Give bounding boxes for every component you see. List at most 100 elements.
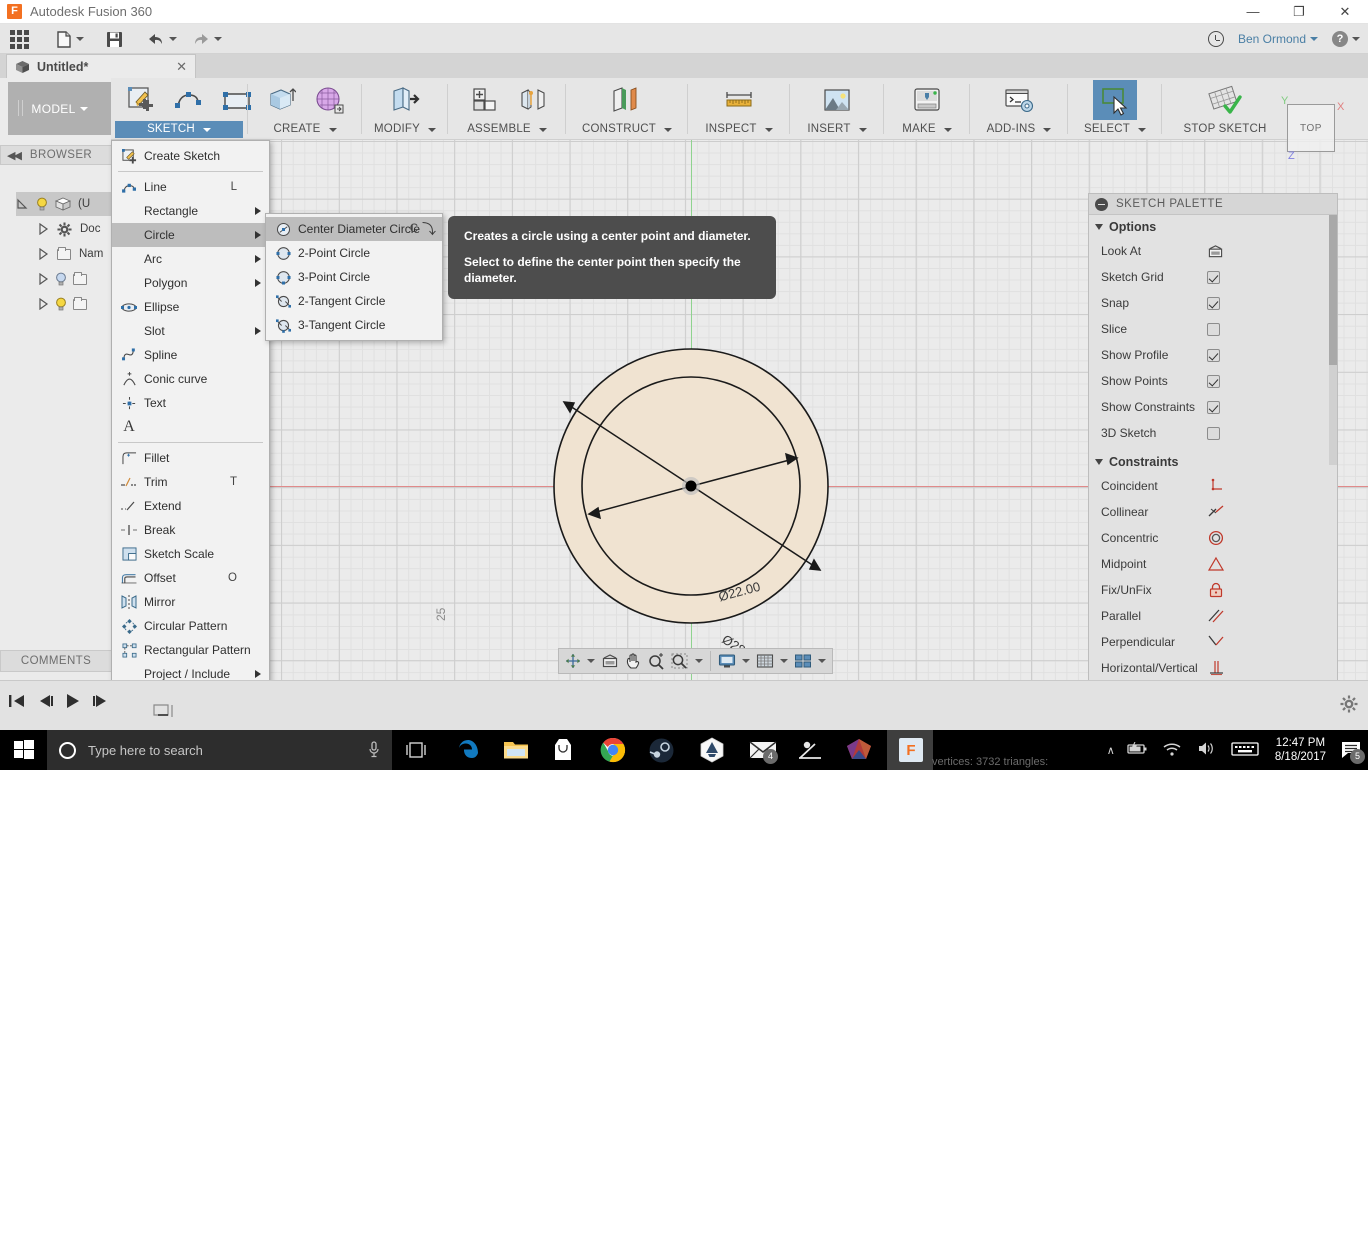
chevron-down-icon[interactable] — [79, 106, 88, 111]
submenu-item-2-tangent-circle[interactable]: 2-Tangent Circle — [266, 289, 442, 313]
create-sketch-icon[interactable] — [119, 80, 163, 120]
palette-row-look-at[interactable]: Look At — [1089, 238, 1337, 264]
action-center-icon[interactable]: 5 — [1334, 730, 1368, 770]
palette-row-coincident[interactable]: Coincident — [1089, 473, 1337, 499]
chevron-down-icon[interactable] — [818, 659, 826, 663]
palette-row-parallel[interactable]: Parallel — [1089, 603, 1337, 629]
offset-plane-icon[interactable] — [603, 80, 647, 120]
undo-button[interactable] — [147, 24, 177, 54]
play-icon[interactable] — [64, 693, 82, 712]
look-at-icon[interactable] — [1207, 244, 1224, 259]
meshmixer-icon[interactable] — [841, 730, 877, 770]
browser-row-sketches[interactable] — [38, 292, 112, 316]
ribbon-tab-modify[interactable]: MODIFY — [367, 121, 443, 138]
new-document-button[interactable] — [56, 24, 84, 54]
chevron-down-icon[interactable] — [695, 659, 703, 663]
help-icon[interactable]: ? — [1332, 31, 1348, 47]
battery-icon[interactable] — [1121, 741, 1155, 759]
menu-item-ellipse[interactable]: Ellipse — [112, 295, 269, 319]
look-at-icon[interactable] — [599, 650, 621, 672]
menu-item-extend[interactable]: Extend — [112, 494, 269, 518]
menu-item-spline[interactable]: Spline — [112, 343, 269, 367]
palette-row-slice[interactable]: Slice — [1089, 316, 1337, 342]
palette-section-options[interactable]: Options — [1089, 215, 1337, 238]
viewports-icon[interactable] — [792, 650, 828, 672]
menu-item-mirror[interactable]: Mirror — [112, 590, 269, 614]
midpoint-icon[interactable] — [1207, 556, 1225, 572]
orbit-icon[interactable] — [563, 650, 597, 672]
select-window-icon[interactable] — [1093, 80, 1137, 120]
ribbon-tab-assemble[interactable]: ASSEMBLE — [453, 121, 561, 138]
close-icon[interactable]: ✕ — [176, 59, 187, 75]
microsoft-store-icon[interactable] — [547, 730, 579, 770]
microphone-icon[interactable] — [360, 730, 388, 770]
show-points-checkbox[interactable] — [1207, 374, 1220, 388]
windows-start-icon[interactable] — [0, 730, 47, 770]
chevron-down-icon[interactable] — [742, 659, 750, 663]
line-icon[interactable] — [167, 80, 211, 120]
palette-row-fix-unfix[interactable]: Fix/UnFix — [1089, 577, 1337, 603]
menu-item-rectangular-pattern[interactable]: Rectangular Pattern — [112, 638, 269, 662]
menu-item-create-sketch[interactable]: Create Sketch — [112, 144, 269, 168]
menu-item-fillet[interactable]: Fillet — [112, 446, 269, 470]
edge-icon[interactable] — [452, 730, 486, 770]
press-pull-icon[interactable] — [383, 80, 427, 120]
joint-icon[interactable] — [511, 80, 555, 120]
palette-row-snap[interactable]: Snap — [1089, 290, 1337, 316]
3d-print-icon[interactable] — [905, 80, 949, 120]
palette-row-sketch-grid[interactable]: Sketch Grid — [1089, 264, 1337, 290]
3d-sketch-checkbox[interactable] — [1207, 426, 1220, 440]
sketch-grid-checkbox[interactable] — [1207, 270, 1220, 284]
zoom-window-icon[interactable] — [669, 650, 705, 672]
show-constraints-checkbox[interactable] — [1207, 400, 1220, 414]
mail-icon[interactable]: 4 — [745, 730, 781, 770]
snap-checkbox[interactable] — [1207, 296, 1220, 310]
ribbon-tab-inspect[interactable]: INSPECT — [693, 121, 785, 138]
menu-item-conic-curve[interactable]: Conic curve — [112, 367, 269, 391]
ribbon-tab-addins[interactable]: ADD-INS — [975, 121, 1063, 138]
menu-item-slot[interactable]: Slot — [112, 319, 269, 343]
browser-header[interactable]: ◀◀ BROWSER — [0, 145, 112, 165]
menu-item-point[interactable]: Text — [112, 391, 269, 415]
ribbon-tab-construct[interactable]: CONSTRUCT — [571, 121, 683, 138]
fix-unfix-icon[interactable] — [1207, 582, 1225, 598]
maximize-button[interactable]: ❐ — [1276, 0, 1322, 24]
go-to-beginning-icon[interactable] — [8, 693, 26, 712]
palette-scrollbar[interactable] — [1329, 215, 1337, 465]
collapse-icon[interactable] — [1095, 197, 1108, 211]
extrude-icon[interactable] — [259, 80, 303, 120]
submenu-item-3-point-circle[interactable]: 3-Point Circle — [266, 265, 442, 289]
new-component-icon[interactable] — [463, 80, 507, 120]
concentric-icon[interactable] — [1207, 530, 1225, 546]
wifi-icon[interactable] — [1155, 742, 1189, 759]
ribbon-tab-insert[interactable]: INSERT — [795, 121, 879, 138]
palette-row-collinear[interactable]: Collinear — [1089, 499, 1337, 525]
user-name-label[interactable]: Ben Ormond — [1238, 32, 1306, 46]
collinear-icon[interactable] — [1207, 504, 1225, 520]
pan-icon[interactable] — [623, 650, 644, 672]
menu-item-circular-pattern[interactable]: Circular Pattern — [112, 614, 269, 638]
palette-row-concentric[interactable]: Concentric — [1089, 525, 1337, 551]
sketchup-icon[interactable] — [794, 730, 826, 770]
minimize-button[interactable]: — — [1230, 0, 1276, 24]
grid-snap-icon[interactable] — [754, 650, 790, 672]
comments-panel-header[interactable]: COMMENTS — [0, 650, 112, 672]
menu-item-text[interactable]: A — [112, 415, 269, 439]
menu-item-circle[interactable]: Circle — [112, 223, 269, 247]
step-back-icon[interactable] — [36, 693, 54, 712]
drag-handle[interactable] — [18, 100, 27, 116]
close-button[interactable]: ✕ — [1322, 0, 1368, 24]
perpendicular-icon[interactable] — [1207, 634, 1225, 650]
fusion360-taskbar-button[interactable]: F — [887, 730, 933, 770]
show-profile-checkbox[interactable] — [1207, 348, 1220, 362]
workspace-switcher-model[interactable]: MODEL — [8, 82, 111, 135]
search-input[interactable]: Type here to search — [47, 730, 392, 770]
ribbon-tab-create[interactable]: CREATE — [253, 121, 357, 138]
file-explorer-icon[interactable] — [500, 730, 532, 770]
palette-row-midpoint[interactable]: Midpoint — [1089, 551, 1337, 577]
palette-section-constraints[interactable]: Constraints — [1089, 450, 1337, 473]
menu-item-break[interactable]: Break — [112, 518, 269, 542]
insert-image-icon[interactable] — [815, 80, 859, 120]
chevron-down-icon[interactable] — [587, 659, 595, 663]
palette-row-3d-sketch[interactable]: 3D Sketch — [1089, 420, 1337, 446]
